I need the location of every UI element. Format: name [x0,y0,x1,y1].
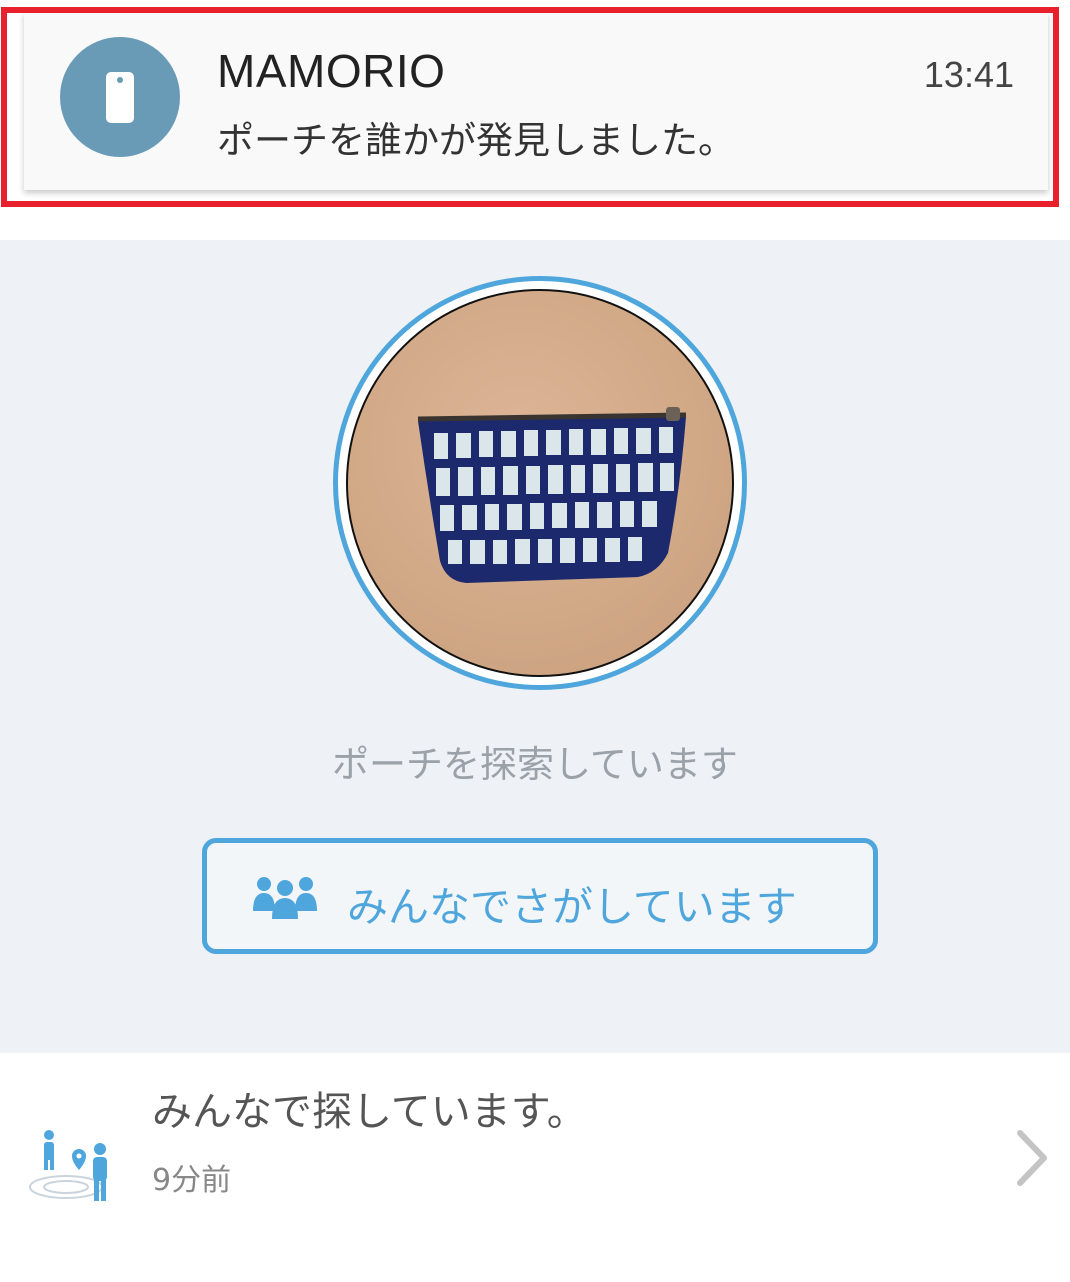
search-status-text: ポーチを探索しています [332,743,738,786]
community-search-button[interactable]: みんなでさがしています [202,838,878,954]
people-search-icon [29,1130,107,1201]
app-screen: MAMORIO ポーチを誰かが発見しました。 13:41 ポーチを探索しています… [0,0,1070,1282]
people-group-icon [253,877,317,919]
community-search-label: みんなでさがしています [347,883,797,931]
activity-time: 9分前 [152,1163,232,1198]
chevron-right-icon[interactable] [1012,1129,1052,1187]
item-photo-frame[interactable] [333,276,747,690]
activity-list-item[interactable]: みんなで探しています。 9分前 [0,1053,1070,1282]
pouch-illustration [417,407,687,583]
activity-title: みんなで探しています。 [152,1089,587,1135]
pouch-photo [346,289,734,677]
notification-highlight-frame [1,7,1059,207]
